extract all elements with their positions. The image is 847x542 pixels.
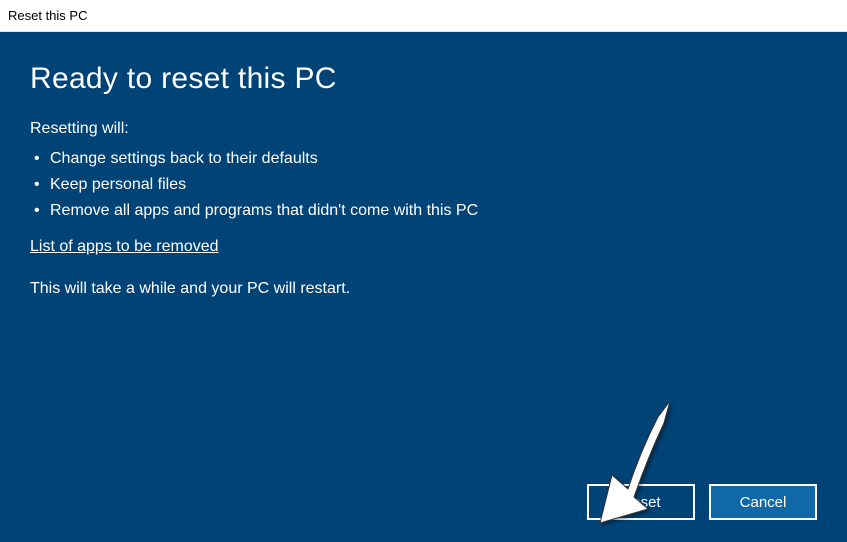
note-text: This will take a while and your PC will …: [30, 280, 817, 298]
titlebar: Reset this PC: [0, 0, 847, 32]
reset-button[interactable]: Reset: [587, 484, 695, 520]
dialog-body: Ready to reset this PC Resetting will: C…: [0, 32, 847, 542]
window-title: Reset this PC: [8, 8, 87, 23]
list-item: Remove all apps and programs that didn't…: [30, 198, 817, 224]
resetting-label: Resetting will:: [30, 120, 817, 138]
apps-removed-link[interactable]: List of apps to be removed: [30, 238, 219, 256]
dialog-heading: Ready to reset this PC: [30, 62, 817, 96]
cancel-button[interactable]: Cancel: [709, 484, 817, 520]
list-item: Keep personal files: [30, 172, 817, 198]
button-row: Reset Cancel: [587, 484, 817, 520]
bullet-list: Change settings back to their defaults K…: [30, 146, 817, 224]
list-item: Change settings back to their defaults: [30, 146, 817, 172]
